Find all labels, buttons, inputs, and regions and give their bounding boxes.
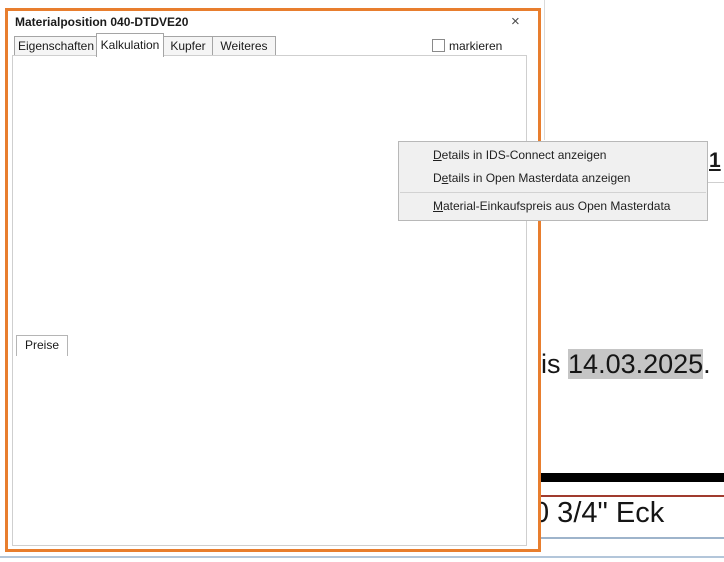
markieren-checkbox[interactable] [432, 39, 445, 52]
title-bar[interactable]: Materialposition 040-DTDVE20 × [8, 11, 538, 33]
tab-preise[interactable]: Preise [16, 335, 68, 356]
menu-separator [400, 192, 706, 193]
tab-eigenschaften[interactable]: Eigenschaften [14, 36, 98, 56]
tab-weiteres[interactable]: Weiteres [212, 36, 276, 56]
context-menu: Details in IDS-Connect anzeigen Details … [398, 141, 708, 221]
background-bottom-line [0, 556, 724, 558]
close-icon[interactable]: × [511, 13, 520, 30]
dialog-materialposition: Materialposition 040-DTDVE20 × Eigenscha… [5, 8, 541, 552]
screen: bis 14.03.2025. 0 3/4" Eck 1 Materialpos… [0, 0, 724, 562]
background-eck-text: 0 3/4" Eck [533, 497, 664, 530]
markieren-label: markieren [449, 39, 502, 53]
background-thick-black-line [540, 473, 724, 482]
dialog-title: Materialposition 040-DTDVE20 [15, 15, 188, 29]
background-blue-line [540, 537, 724, 539]
menu-item-einkaufspreis[interactable]: Material-Einkaufspreis aus Open Masterda… [399, 195, 707, 218]
tab-kalkulation[interactable]: Kalkulation [96, 33, 164, 57]
menu-item-open-masterdata[interactable]: Details in Open Masterdata anzeigen [399, 167, 707, 190]
background-window-edge [544, 0, 545, 140]
menu-item-ids-connect[interactable]: Details in IDS-Connect anzeigen [399, 144, 707, 167]
background-faint-line [706, 182, 724, 183]
date-highlighted: 14.03.2025 [568, 349, 703, 379]
background-one-text: 1 [709, 149, 721, 173]
tab-kupfer[interactable]: Kupfer [162, 36, 214, 56]
date-suffix: . [703, 349, 711, 379]
background-date-text: bis 14.03.2025. [526, 349, 711, 380]
tab-page-border [12, 55, 527, 546]
